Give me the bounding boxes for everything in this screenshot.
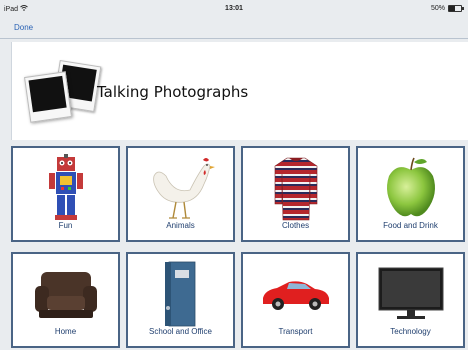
- tile-label: Technology: [390, 327, 431, 336]
- clock: 13:01: [225, 5, 243, 12]
- header-banner: Talking Photographs: [11, 42, 468, 140]
- polaroid-photo-icon: [24, 71, 72, 123]
- category-tile-school-and-office[interactable]: School and Office: [126, 252, 235, 348]
- battery-status: 50%: [430, 5, 464, 12]
- tile-label: Clothes: [281, 221, 310, 230]
- battery-icon: [448, 5, 464, 12]
- tile-label: Food and Drink: [383, 221, 438, 230]
- category-grid: Fun Animals Clothes Food and Drink Home …: [11, 146, 468, 350]
- status-bar: iPad 13:01 50%: [0, 0, 468, 20]
- category-tile-home[interactable]: Home: [11, 252, 120, 348]
- tile-label: Animals: [166, 221, 195, 230]
- app-title: Talking Photographs: [97, 83, 249, 101]
- tile-label: Fun: [58, 221, 73, 230]
- category-tile-technology[interactable]: Technology: [356, 252, 465, 348]
- category-tile-fun[interactable]: Fun: [11, 146, 120, 242]
- tile-label: School and Office: [148, 327, 212, 336]
- done-button[interactable]: Done: [14, 23, 33, 32]
- tile-label: Transport: [278, 327, 313, 336]
- battery-percent: 50%: [430, 5, 445, 12]
- category-tile-food-and-drink[interactable]: Food and Drink: [356, 146, 465, 242]
- category-tile-transport[interactable]: Transport: [241, 252, 350, 348]
- category-tile-animals[interactable]: Animals: [126, 146, 235, 242]
- tile-label: Home: [54, 327, 77, 336]
- category-tile-clothes[interactable]: Clothes: [241, 146, 350, 242]
- navigation-bar: Done: [0, 20, 468, 39]
